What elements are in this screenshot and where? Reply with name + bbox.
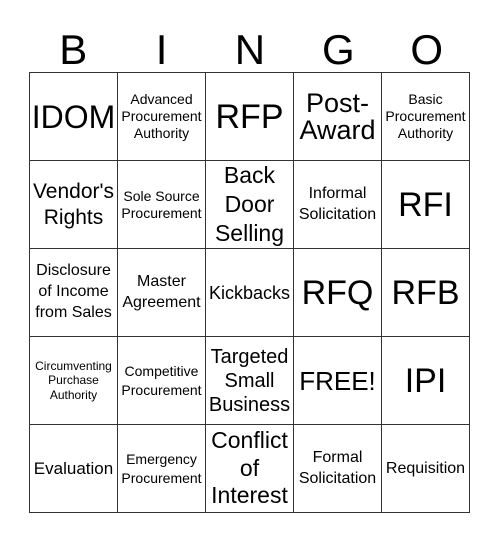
- bingo-cell[interactable]: RFP: [205, 72, 294, 161]
- bingo-row: Evaluation Emergency Procurement Conflict …: [29, 424, 470, 513]
- bingo-cell[interactable]: Circumventing Purchase Authority: [29, 336, 118, 425]
- bingo-cell[interactable]: IPI: [381, 336, 470, 425]
- bingo-cell[interactable]: Kickbacks: [205, 248, 294, 337]
- bingo-cell[interactable]: Advanced Procurement Authority: [117, 72, 206, 161]
- bingo-cell[interactable]: Conflict of Interest: [205, 424, 294, 513]
- bingo-cell[interactable]: Targeted Small Business: [205, 336, 294, 425]
- header-letter: O: [410, 26, 444, 73]
- bingo-cell[interactable]: Back Door Selling: [205, 160, 294, 249]
- bingo-cell[interactable]: RFB: [381, 248, 470, 337]
- bingo-cell[interactable]: Requisition: [381, 424, 470, 513]
- header-letter: N: [234, 26, 266, 73]
- bingo-cell[interactable]: RFI: [381, 160, 470, 249]
- bingo-cell[interactable]: Emergency Procurement: [117, 424, 206, 513]
- bingo-cell[interactable]: Post-Award: [293, 72, 382, 161]
- bingo-cell[interactable]: IDOM: [29, 72, 118, 161]
- bingo-cell[interactable]: Master Agreement: [117, 248, 206, 337]
- header-letter: B: [59, 26, 88, 73]
- bingo-cell[interactable]: Disclosure of Income from Sales: [29, 248, 118, 337]
- bingo-row: IDOM Advanced Procurement Authority RFP Pos…: [29, 72, 470, 161]
- bingo-cell[interactable]: Sole Source Procurement: [117, 160, 206, 249]
- bingo-cell[interactable]: Formal Solicitation: [293, 424, 382, 513]
- bingo-cell[interactable]: RFQ: [293, 248, 382, 337]
- header-letter: I: [155, 26, 168, 73]
- bingo-row: Circumventing Purchase Authority Competit…: [29, 336, 470, 425]
- bingo-row: Vendor's Rights Sole Source Procurement Ba…: [29, 160, 470, 249]
- bingo-cell[interactable]: Competitive Procurement: [117, 336, 206, 425]
- bingo-cell[interactable]: FREE!: [293, 336, 382, 425]
- bingo-cell[interactable]: Vendor's Rights: [29, 160, 118, 249]
- bingo-cell[interactable]: Evaluation: [29, 424, 118, 513]
- bingo-card: IDOM Advanced Procurement Authority RFP Pos…: [29, 72, 470, 513]
- bingo-row: Disclosure of Income from Sales Master Ag…: [29, 248, 470, 337]
- header-letter: G: [322, 26, 355, 73]
- bingo-header: B I N G O: [29, 26, 471, 74]
- bingo-cell[interactable]: Informal Solicitation: [293, 160, 382, 249]
- bingo-cell[interactable]: Basic Procurement Authority: [381, 72, 470, 161]
